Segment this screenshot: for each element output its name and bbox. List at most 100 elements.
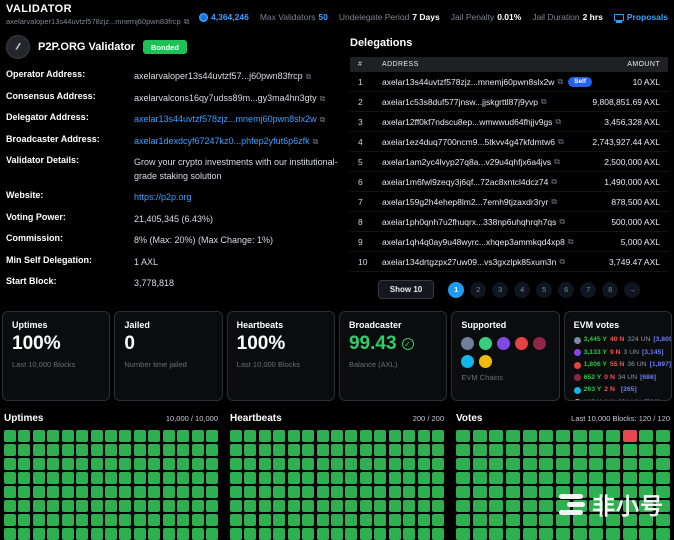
heatmap-cell[interactable] xyxy=(206,444,218,456)
heatmap-cell[interactable] xyxy=(230,444,242,456)
heatmap-cell[interactable] xyxy=(91,458,103,470)
heatmap-cell[interactable] xyxy=(134,458,146,470)
heatmap-cell[interactable] xyxy=(606,528,620,540)
heatmap-cell[interactable] xyxy=(33,444,45,456)
delegation-address[interactable]: axelar1m6fwl9zeqy3j6qf...72ac8xntcl4dcz7… xyxy=(382,177,548,187)
heatmap-cell[interactable] xyxy=(177,514,189,526)
heatmap-cell[interactable] xyxy=(206,472,218,484)
heatmap-cell[interactable] xyxy=(244,458,256,470)
heatmap-cell[interactable] xyxy=(302,458,314,470)
heatmap-cell[interactable] xyxy=(302,500,314,512)
heatmap-cell[interactable] xyxy=(360,514,372,526)
heatmap-cell[interactable] xyxy=(302,486,314,498)
heatmap-cell[interactable] xyxy=(639,458,653,470)
heatmap-cell[interactable] xyxy=(589,528,603,540)
heatmap-cell[interactable] xyxy=(539,528,553,540)
heatmap-cell[interactable] xyxy=(192,514,204,526)
delegation-address[interactable]: axelar159g2h4ehep8lm2...7emh9tjzaxdr3ryr xyxy=(382,197,548,207)
heatmap-cell[interactable] xyxy=(62,514,74,526)
heatmap-cell[interactable] xyxy=(573,472,587,484)
heatmap-cell[interactable] xyxy=(192,528,204,540)
heatmap-cell[interactable] xyxy=(62,430,74,442)
heatmap-cell[interactable] xyxy=(489,458,503,470)
heatmap-cell[interactable] xyxy=(506,500,520,512)
heatmap-cell[interactable] xyxy=(403,472,415,484)
heatmap-cell[interactable] xyxy=(489,444,503,456)
heatmap-cell[interactable] xyxy=(18,458,30,470)
heatmap-cell[interactable] xyxy=(119,458,131,470)
heatmap-cell[interactable] xyxy=(345,472,357,484)
heatmap-cell[interactable] xyxy=(556,444,570,456)
heatmap-cell[interactable] xyxy=(456,458,470,470)
heatmap-cell[interactable] xyxy=(244,430,256,442)
delegation-address[interactable]: axelar1c53s8duf577jnsw...jjskgrttl87j9yv… xyxy=(382,97,538,107)
heatmap-cell[interactable] xyxy=(539,486,553,498)
heatmap-cell[interactable] xyxy=(148,430,160,442)
heatmap-cell[interactable] xyxy=(656,458,670,470)
heatmap-cell[interactable] xyxy=(331,514,343,526)
heatmap-cell[interactable] xyxy=(606,444,620,456)
heatmap-cell[interactable] xyxy=(317,500,329,512)
heatmap-cell[interactable] xyxy=(105,500,117,512)
heatmap-cell-missed[interactable] xyxy=(623,430,637,442)
chain-icon[interactable] xyxy=(479,355,492,368)
heatmap-cell[interactable] xyxy=(119,514,131,526)
block-height[interactable]: 4,364,246 xyxy=(199,12,249,22)
heatmap-cell[interactable] xyxy=(523,528,537,540)
heatmap-cell[interactable] xyxy=(177,472,189,484)
heatmap-cell[interactable] xyxy=(230,458,242,470)
heatmap-cell[interactable] xyxy=(76,514,88,526)
heatmap-cell[interactable] xyxy=(47,528,59,540)
heatmap-cell[interactable] xyxy=(539,458,553,470)
heatmap-cell[interactable] xyxy=(556,528,570,540)
heatmap-cell[interactable] xyxy=(230,486,242,498)
heatmap-cell[interactable] xyxy=(91,514,103,526)
heatmap-cell[interactable] xyxy=(506,472,520,484)
heatmap-cell[interactable] xyxy=(374,444,386,456)
heatmap-cell[interactable] xyxy=(556,472,570,484)
heatmap-cell[interactable] xyxy=(33,514,45,526)
heatmap-cell[interactable] xyxy=(47,444,59,456)
heatmap-cell[interactable] xyxy=(539,500,553,512)
heatmap-cell[interactable] xyxy=(403,514,415,526)
heatmap-cell[interactable] xyxy=(403,528,415,540)
heatmap-cell[interactable] xyxy=(177,430,189,442)
heatmap-cell[interactable] xyxy=(273,444,285,456)
heatmap-cell[interactable] xyxy=(192,458,204,470)
heatmap-cell[interactable] xyxy=(556,458,570,470)
heatmap-cell[interactable] xyxy=(331,528,343,540)
heatmap-cell[interactable] xyxy=(119,472,131,484)
heatmap-cell[interactable] xyxy=(244,514,256,526)
heatmap-cell[interactable] xyxy=(177,528,189,540)
heatmap-cell[interactable] xyxy=(163,472,175,484)
heatmap-cell[interactable] xyxy=(18,472,30,484)
chain-icon[interactable] xyxy=(515,337,528,350)
heatmap-cell[interactable] xyxy=(317,472,329,484)
heatmap-cell[interactable] xyxy=(177,444,189,456)
heatmap-cell[interactable] xyxy=(148,528,160,540)
heatmap-cell[interactable] xyxy=(506,430,520,442)
heatmap-cell[interactable] xyxy=(163,444,175,456)
heatmap-cell[interactable] xyxy=(206,514,218,526)
copy-icon[interactable]: ⧉ xyxy=(306,72,312,81)
heatmap-cell[interactable] xyxy=(656,528,670,540)
heatmap-cell[interactable] xyxy=(506,514,520,526)
heatmap-cell[interactable] xyxy=(489,430,503,442)
heatmap-cell[interactable] xyxy=(148,472,160,484)
heatmap-cell[interactable] xyxy=(230,430,242,442)
heatmap-cell[interactable] xyxy=(288,486,300,498)
heatmap-cell[interactable] xyxy=(91,444,103,456)
heatmap-cell[interactable] xyxy=(331,430,343,442)
heatmap-cell[interactable] xyxy=(317,528,329,540)
heatmap-cell[interactable] xyxy=(163,430,175,442)
heatmap-cell[interactable] xyxy=(456,430,470,442)
copy-icon[interactable]: ⧉ xyxy=(541,97,547,107)
heatmap-cell[interactable] xyxy=(119,500,131,512)
heatmap-cell[interactable] xyxy=(523,472,537,484)
heatmap-cell[interactable] xyxy=(456,514,470,526)
heatmap-cell[interactable] xyxy=(573,444,587,456)
heatmap-cell[interactable] xyxy=(259,458,271,470)
heatmap-cell[interactable] xyxy=(259,486,271,498)
heatmap-cell[interactable] xyxy=(331,458,343,470)
heatmap-cell[interactable] xyxy=(523,430,537,442)
